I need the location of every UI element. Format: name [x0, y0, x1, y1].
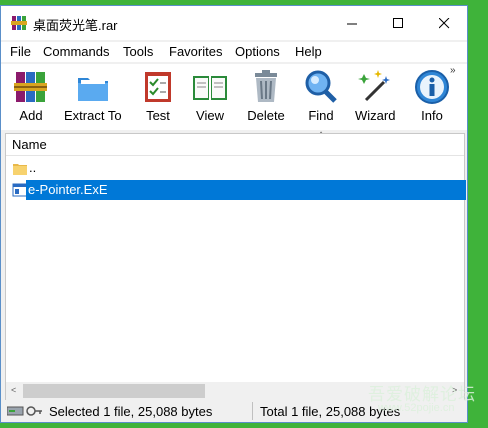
view-book-icon [193, 76, 227, 100]
menu-options[interactable]: Options [235, 44, 280, 59]
extract-to-button[interactable]: Extract To [64, 68, 122, 123]
column-header-label: Name [12, 137, 47, 152]
file-row-parent[interactable]: .. [6, 158, 464, 178]
minimize-icon [346, 23, 357, 24]
add-label: Add [19, 108, 43, 123]
close-button[interactable] [421, 6, 467, 40]
menu-tools[interactable]: Tools [123, 44, 153, 59]
status-selected: Selected 1 file, 25,088 bytes [49, 404, 213, 419]
minimize-button[interactable] [329, 6, 375, 40]
column-header-name[interactable]: Name [6, 134, 464, 156]
scrollbar-thumb[interactable] [23, 384, 205, 398]
test-button[interactable]: Test [139, 68, 177, 123]
menu-file[interactable]: File [10, 44, 31, 59]
test-checklist-icon [145, 72, 171, 102]
menu-commands[interactable]: Commands [43, 44, 109, 59]
extract-to-label: Extract To [64, 108, 122, 123]
maximize-button[interactable] [375, 6, 421, 40]
delete-button[interactable]: Delete [247, 68, 285, 123]
view-label: View [196, 108, 224, 123]
info-button[interactable]: Info [413, 68, 451, 123]
find-label: Find [308, 108, 334, 123]
watermark-url: www.52pojie.cn [378, 402, 455, 414]
menu-favorites[interactable]: Favorites [169, 44, 222, 59]
folder-icon [13, 164, 27, 175]
close-icon [438, 17, 449, 28]
info-label: Info [421, 108, 443, 123]
magic-wand-icon [358, 70, 391, 102]
wizard-button[interactable]: Wizard [355, 68, 395, 123]
view-button[interactable]: View [191, 68, 229, 123]
wizard-label: Wizard [355, 108, 396, 123]
file-name: e-Pointer.ExE [28, 182, 108, 197]
toolbar: Add Extract To Test View Delete Find Wiz… [1, 64, 467, 130]
winrar-app-icon [11, 16, 27, 30]
winrar-window: 桌面荧光笔.rar File Commands Tools Favorites … [0, 5, 468, 423]
window-title: 桌面荧光笔.rar [33, 18, 118, 33]
file-row-selected[interactable]: e-Pointer.ExE [26, 180, 466, 200]
menu-bar: File Commands Tools Favorites Options He… [1, 42, 467, 62]
add-button[interactable]: Add [12, 68, 50, 123]
toolbar-more-button[interactable]: » [450, 65, 456, 76]
find-button[interactable]: Find [302, 68, 340, 123]
drive-key-icon [7, 406, 42, 416]
info-icon [415, 70, 449, 104]
menu-help[interactable]: Help [295, 44, 322, 59]
extract-folder-icon [77, 78, 108, 101]
trash-icon [255, 70, 277, 102]
add-archive-icon [14, 72, 47, 102]
status-divider [252, 402, 253, 420]
test-label: Test [146, 108, 170, 123]
delete-label: Delete [247, 108, 285, 123]
file-name: .. [29, 160, 37, 175]
scroll-left-button[interactable]: < [11, 385, 16, 395]
magnifier-icon [305, 70, 337, 103]
file-list[interactable]: Name .. e-Pointer.ExE < > [5, 133, 466, 401]
maximize-icon [392, 17, 403, 28]
title-bar[interactable]: 桌面荧光笔.rar [1, 6, 467, 40]
